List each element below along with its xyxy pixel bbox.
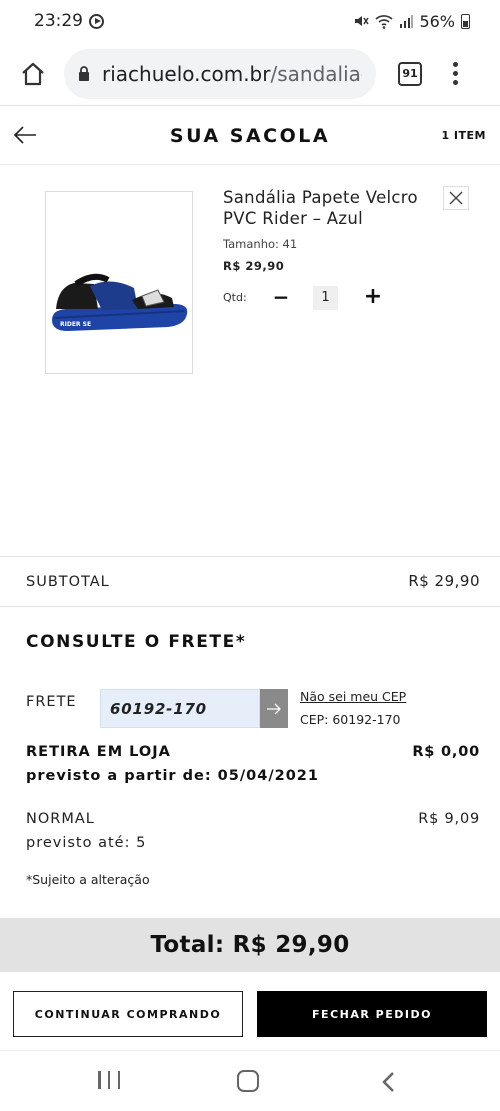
cep-submit-button[interactable] <box>260 689 288 728</box>
item-count: 1 ITEM <box>441 129 486 142</box>
browser-home-icon[interactable] <box>18 59 48 89</box>
arrow-right-icon <box>267 703 281 714</box>
mute-icon <box>355 16 370 26</box>
url-text: riachuelo.com.br/sandalia-p <box>102 62 362 86</box>
divider <box>0 556 500 557</box>
divider <box>0 606 500 607</box>
subtotal-label: SUBTOTAL <box>26 574 110 590</box>
status-right: 56% <box>353 12 470 31</box>
browser-toolbar: riachuelo.com.br/sandalia-p 91 <box>0 42 500 106</box>
close-icon <box>449 191 463 205</box>
checkout-button[interactable]: FECHAR PEDIDO <box>257 991 487 1037</box>
current-cep: CEP: 60192-170 <box>300 712 401 727</box>
status-time: 23:29 <box>34 11 83 31</box>
product-image-brand: RIDER SE <box>60 321 91 328</box>
status-bar: 23:29 56% <box>0 0 500 42</box>
signal-icon <box>400 15 414 28</box>
battery-percent: 56% <box>419 11 455 31</box>
shipping-option-date: previsto a partir de: 05/04/2021 <box>26 768 319 784</box>
shipping-label: FRETE <box>26 694 77 710</box>
url-path: /sandalia-p <box>270 61 362 86</box>
battery-icon <box>461 13 470 29</box>
order-total: Total: R$ 29,90 <box>0 918 500 972</box>
lock-icon <box>79 66 89 81</box>
subtotal-value: R$ 29,90 <box>408 572 480 590</box>
wifi-icon <box>375 15 393 29</box>
quantity-increase-button[interactable]: + <box>362 286 384 308</box>
continue-shopping-button[interactable]: CONTINUAR COMPRANDO <box>13 991 243 1037</box>
shipping-option-name[interactable]: NORMAL <box>26 811 95 827</box>
page-header: SUA SACOLA 1 ITEM <box>0 107 500 165</box>
cep-input[interactable]: 60192-170 <box>100 689 260 728</box>
page-title: SUA SACOLA <box>169 124 331 147</box>
remove-item-button[interactable] <box>443 186 469 210</box>
shipping-title: CONSULTE O FRETE* <box>26 632 247 652</box>
tab-switcher-button[interactable]: 91 <box>398 61 422 86</box>
shipping-disclaimer: *Sujeito a alteração <box>26 872 150 887</box>
shipping-option-price: R$ 0,00 <box>412 744 480 760</box>
product-size: Tamanho: 41 <box>223 237 298 251</box>
shipping-option-name[interactable]: RETIRA EM LOJA <box>26 744 171 760</box>
product-name[interactable]: Sandália Papete Velcro PVC Rider – Azul <box>223 187 443 229</box>
address-bar[interactable]: riachuelo.com.br/sandalia-p <box>64 48 376 99</box>
product-price: R$ 29,90 <box>223 259 285 273</box>
browser-menu-icon[interactable] <box>452 62 458 85</box>
url-domain: riachuelo.com.br <box>102 61 271 86</box>
recent-apps-icon[interactable] <box>98 1071 120 1091</box>
sandal-image: RIDER SE <box>52 273 188 331</box>
shipping-option-price: R$ 9,09 <box>418 811 480 827</box>
product-image[interactable]: RIDER SE <box>45 191 193 374</box>
quantity-decrease-button[interactable]: − <box>270 286 292 308</box>
media-play-icon <box>89 13 104 29</box>
home-icon[interactable] <box>237 1070 259 1092</box>
status-left: 23:29 <box>34 11 104 31</box>
shipping-option-date: previsto até: 5 <box>26 835 147 851</box>
quantity-label: Qtd: <box>223 291 247 304</box>
system-nav-bar <box>0 1050 500 1111</box>
unknown-cep-link[interactable]: Não sei meu CEP <box>300 689 406 704</box>
back-icon[interactable] <box>378 1070 398 1094</box>
quantity-value[interactable]: 1 <box>313 286 338 310</box>
